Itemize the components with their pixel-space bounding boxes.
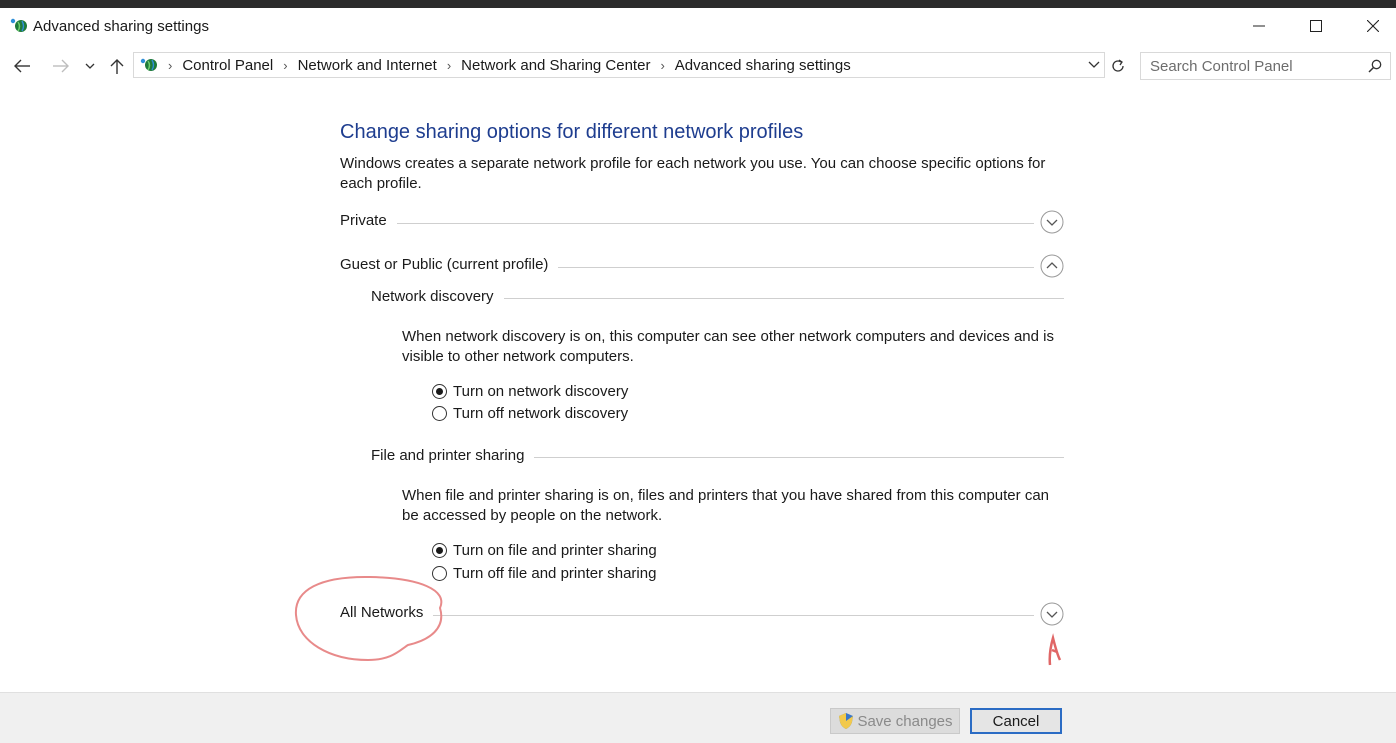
subsection-file-and-printer-sharing: File and printer sharing	[371, 447, 1064, 469]
arrow-up-icon	[110, 59, 124, 74]
network-globe-icon	[10, 18, 27, 32]
address-bar[interactable]: › Control Panel › Network and Internet ›…	[133, 52, 1105, 78]
divider	[340, 615, 1034, 616]
refresh-button[interactable]	[1106, 53, 1130, 79]
radio-button[interactable]	[432, 383, 447, 399]
uac-shield-icon	[839, 713, 854, 729]
forward-button[interactable]	[49, 54, 73, 78]
breadcrumb-network-and-internet[interactable]: Network and Internet	[298, 57, 437, 74]
address-history-button[interactable]	[1084, 53, 1104, 77]
profile-section-guest-public[interactable]: Guest or Public (current profile)	[340, 254, 1064, 280]
breadcrumb: › Control Panel › Network and Internet ›…	[134, 53, 851, 77]
profile-section-all-networks[interactable]: All Networks	[340, 602, 1064, 628]
expand-chevron-icon[interactable]	[1040, 602, 1064, 626]
radio-label[interactable]: Turn on file and printer sharing	[453, 542, 657, 559]
title-bar: Advanced sharing settings	[0, 8, 1396, 46]
search-icon[interactable]	[1368, 59, 1382, 73]
network-discovery-description: When network discovery is on, this compu…	[402, 328, 1054, 365]
expand-chevron-icon[interactable]	[1040, 210, 1064, 234]
chevron-right-icon: ›	[168, 57, 173, 73]
breadcrumb-network-and-sharing-center[interactable]: Network and Sharing Center	[461, 57, 650, 74]
chevron-right-icon[interactable]: ›	[283, 58, 287, 73]
save-changes-button[interactable]: Save changes	[830, 708, 960, 734]
taskbar-strip	[0, 0, 1396, 8]
divider	[340, 223, 1034, 224]
radio-button[interactable]	[432, 565, 447, 581]
radio-label[interactable]: Turn off file and printer sharing	[453, 565, 656, 582]
profile-label-private[interactable]: Private	[340, 212, 397, 229]
chevron-right-icon[interactable]: ›	[447, 58, 451, 73]
main-content: Change sharing options for different net…	[0, 86, 1396, 692]
collapse-chevron-icon[interactable]	[1040, 254, 1064, 278]
radio-turn-off-network-discovery[interactable]: Turn off network discovery	[432, 403, 628, 423]
network-globe-icon	[140, 58, 157, 71]
radio-turn-off-file-printer-sharing[interactable]: Turn off file and printer sharing	[432, 563, 656, 583]
chevron-right-icon[interactable]: ›	[660, 58, 664, 73]
radio-button[interactable]	[432, 405, 447, 421]
subsection-label: Network discovery	[371, 288, 504, 305]
recent-locations-button[interactable]	[80, 54, 100, 78]
up-button[interactable]	[105, 54, 129, 78]
radio-button[interactable]	[432, 542, 447, 558]
footer-bar: Save changes Cancel	[0, 692, 1396, 743]
profile-label-guest-public[interactable]: Guest or Public (current profile)	[340, 256, 559, 273]
search-input[interactable]	[1141, 53, 1370, 79]
file-printer-sharing-description: When file and printer sharing is on, fil…	[402, 487, 1049, 524]
profile-label-all-networks[interactable]: All Networks	[340, 604, 434, 621]
window-title: Advanced sharing settings	[33, 18, 209, 35]
radio-label[interactable]: Turn off network discovery	[453, 405, 628, 422]
subsection-label: File and printer sharing	[371, 447, 535, 464]
arrow-left-icon	[14, 59, 30, 73]
refresh-icon	[1112, 59, 1124, 72]
page-description: Windows creates a separate network profi…	[340, 155, 1046, 192]
close-button[interactable]	[1350, 8, 1396, 44]
maximize-icon	[1310, 20, 1322, 32]
chevron-down-icon	[85, 63, 95, 69]
profile-section-private[interactable]: Private	[340, 210, 1064, 236]
radio-turn-on-file-printer-sharing[interactable]: Turn on file and printer sharing	[432, 540, 657, 560]
maximize-button[interactable]	[1293, 8, 1339, 44]
radio-label[interactable]: Turn on network discovery	[453, 383, 628, 400]
search-box[interactable]	[1140, 52, 1391, 80]
breadcrumb-advanced-sharing-settings[interactable]: Advanced sharing settings	[675, 57, 851, 74]
minimize-button[interactable]	[1236, 8, 1282, 44]
save-changes-label: Save changes	[857, 712, 953, 730]
chevron-down-icon	[1088, 61, 1100, 68]
close-icon	[1367, 20, 1379, 32]
page-title: Change sharing options for different net…	[340, 121, 804, 143]
breadcrumb-control-panel[interactable]: Control Panel	[182, 57, 273, 74]
back-button[interactable]	[10, 54, 34, 78]
radio-turn-on-network-discovery[interactable]: Turn on network discovery	[432, 381, 628, 401]
minimize-icon	[1253, 25, 1265, 27]
arrow-right-icon	[53, 59, 69, 73]
cancel-button[interactable]: Cancel	[970, 708, 1062, 734]
subsection-network-discovery: Network discovery	[371, 288, 1064, 310]
